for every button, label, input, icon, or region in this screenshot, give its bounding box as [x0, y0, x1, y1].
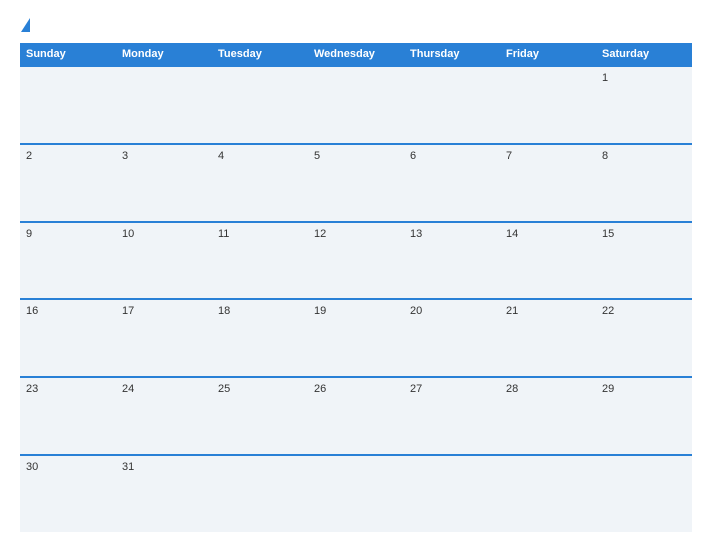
- day-cell: [500, 456, 596, 532]
- day-cell: 11: [212, 223, 308, 299]
- day-cell: 24: [116, 378, 212, 454]
- day-cell: [20, 67, 116, 143]
- day-cell: 13: [404, 223, 500, 299]
- day-cell: 6: [404, 145, 500, 221]
- logo-triangle-icon: [21, 18, 30, 32]
- day-cell: 15: [596, 223, 692, 299]
- day-cell: 9: [20, 223, 116, 299]
- page-header: [20, 18, 692, 33]
- day-header-sunday: Sunday: [20, 43, 116, 65]
- day-cell: 22: [596, 300, 692, 376]
- week-row-3: 9 10 11 12 13 14 15: [20, 221, 692, 299]
- day-headers-row: SundayMondayTuesdayWednesdayThursdayFrid…: [20, 43, 692, 65]
- day-cell: 29: [596, 378, 692, 454]
- day-number: 31: [122, 461, 134, 473]
- day-cell: 28: [500, 378, 596, 454]
- day-number: 27: [410, 383, 422, 395]
- day-cell: 23: [20, 378, 116, 454]
- day-number: 26: [314, 383, 326, 395]
- week-row-1: 1: [20, 65, 692, 143]
- day-cell: [308, 67, 404, 143]
- day-cell: 4: [212, 145, 308, 221]
- calendar: SundayMondayTuesdayWednesdayThursdayFrid…: [20, 43, 692, 532]
- day-number: 16: [26, 305, 38, 317]
- day-number: 17: [122, 305, 134, 317]
- day-number: 7: [506, 150, 512, 162]
- day-cell: 16: [20, 300, 116, 376]
- week-row-4: 16 17 18 19 20 21 22: [20, 298, 692, 376]
- day-cell: 8: [596, 145, 692, 221]
- day-cell: 19: [308, 300, 404, 376]
- day-cell: 17: [116, 300, 212, 376]
- day-header-friday: Friday: [500, 43, 596, 65]
- day-header-tuesday: Tuesday: [212, 43, 308, 65]
- day-cell: 27: [404, 378, 500, 454]
- weeks-container: 1234567891011121314151617181920212223242…: [20, 65, 692, 532]
- day-cell: [212, 67, 308, 143]
- day-cell: 21: [500, 300, 596, 376]
- day-cell: [500, 67, 596, 143]
- day-cell: 7: [500, 145, 596, 221]
- week-row-5: 23 24 25 26 27 28 29: [20, 376, 692, 454]
- day-cell: [596, 456, 692, 532]
- day-cell: 3: [116, 145, 212, 221]
- day-cell: 30: [20, 456, 116, 532]
- logo: [20, 18, 30, 33]
- day-number: 12: [314, 228, 326, 240]
- week-row-6: 30 31: [20, 454, 692, 532]
- day-cell: 18: [212, 300, 308, 376]
- day-number: 4: [218, 150, 224, 162]
- day-number: 24: [122, 383, 134, 395]
- day-cell: 14: [500, 223, 596, 299]
- day-cell: [116, 67, 212, 143]
- day-number: 6: [410, 150, 416, 162]
- day-cell: [308, 456, 404, 532]
- day-cell: 5: [308, 145, 404, 221]
- day-header-monday: Monday: [116, 43, 212, 65]
- day-cell: 26: [308, 378, 404, 454]
- day-number: 29: [602, 383, 614, 395]
- day-number: 22: [602, 305, 614, 317]
- day-number: 10: [122, 228, 134, 240]
- day-number: 1: [602, 72, 608, 84]
- day-header-thursday: Thursday: [404, 43, 500, 65]
- day-number: 11: [218, 228, 229, 240]
- day-number: 25: [218, 383, 230, 395]
- day-cell: 31: [116, 456, 212, 532]
- day-number: 14: [506, 228, 518, 240]
- day-cell: 12: [308, 223, 404, 299]
- day-cell: 1: [596, 67, 692, 143]
- day-number: 3: [122, 150, 128, 162]
- day-cell: 2: [20, 145, 116, 221]
- day-number: 2: [26, 150, 32, 162]
- day-number: 8: [602, 150, 608, 162]
- day-cell: [404, 456, 500, 532]
- day-cell: [212, 456, 308, 532]
- day-number: 19: [314, 305, 326, 317]
- day-number: 20: [410, 305, 422, 317]
- day-number: 5: [314, 150, 320, 162]
- day-number: 18: [218, 305, 230, 317]
- day-number: 21: [506, 305, 518, 317]
- day-number: 13: [410, 228, 422, 240]
- day-number: 15: [602, 228, 614, 240]
- day-cell: [404, 67, 500, 143]
- day-number: 30: [26, 461, 38, 473]
- day-number: 28: [506, 383, 518, 395]
- day-cell: 20: [404, 300, 500, 376]
- day-cell: 10: [116, 223, 212, 299]
- day-cell: 25: [212, 378, 308, 454]
- day-number: 23: [26, 383, 38, 395]
- day-number: 9: [26, 228, 32, 240]
- week-row-2: 2 3 4 5 6 7 8: [20, 143, 692, 221]
- day-header-wednesday: Wednesday: [308, 43, 404, 65]
- day-header-saturday: Saturday: [596, 43, 692, 65]
